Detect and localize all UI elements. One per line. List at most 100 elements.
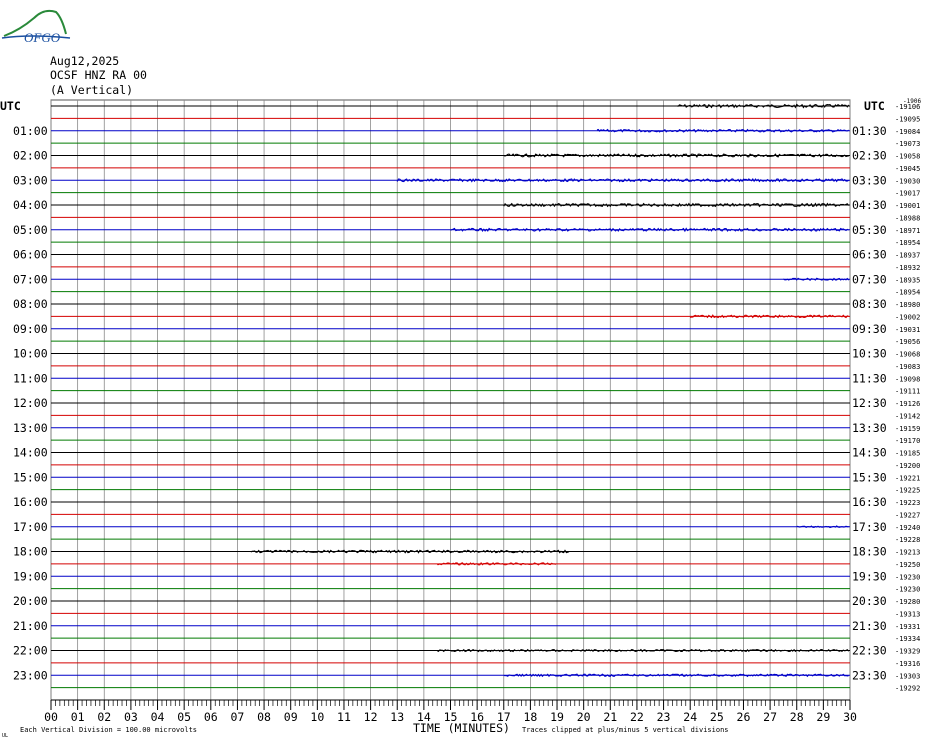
left-time-label: 07:00 xyxy=(13,272,48,286)
trace-offset-label: -19095 xyxy=(895,115,920,123)
left-time-label: 13:00 xyxy=(13,421,48,435)
left-time-label: 17:00 xyxy=(13,520,48,534)
x-axis-title: TIME (MINUTES) xyxy=(413,721,510,735)
trace-offset-label: -19142 xyxy=(895,412,920,420)
right-time-labels: 01:30 02:30 03:30 04:30 05:30 06:30 07:30 08:30… xyxy=(852,124,887,683)
trace-offset-label: -18954 xyxy=(895,289,920,297)
x-tick-label: 28 xyxy=(790,710,804,724)
trace-offset-label: -18937 xyxy=(895,252,920,260)
x-tick-label: 25 xyxy=(710,710,724,724)
trace-offset-label: -19001 xyxy=(895,202,920,210)
x-tick-label: 29 xyxy=(816,710,830,724)
trace-offset-label: -19240 xyxy=(895,524,920,532)
right-time-label: 22:30 xyxy=(852,644,887,658)
left-time-label: 21:00 xyxy=(13,619,48,633)
right-time-label: 09:30 xyxy=(852,322,887,336)
right-time-label: 03:30 xyxy=(852,173,887,187)
trace-offset-label: -19303 xyxy=(895,672,920,680)
left-time-label: 11:00 xyxy=(13,371,48,385)
x-tick-label: 22 xyxy=(630,710,644,724)
trace-noise xyxy=(796,525,849,529)
x-tick-label: 13 xyxy=(390,710,404,724)
x-tick-label: 27 xyxy=(763,710,777,724)
trace-noise xyxy=(676,103,850,109)
x-tick-label: 19 xyxy=(550,710,564,724)
trace-offset-label: -19159 xyxy=(895,425,920,433)
x-tick-label: 03 xyxy=(124,710,138,724)
x-tick-label: 26 xyxy=(737,710,751,724)
trace-offset-label: -18954 xyxy=(895,239,920,247)
x-tick-label: 00 xyxy=(44,710,58,724)
right-time-label: 21:30 xyxy=(852,619,887,633)
right-time-label: 10:30 xyxy=(852,347,887,361)
trace-offset-label: -19031 xyxy=(895,326,920,334)
x-tick-label: 04 xyxy=(151,710,165,724)
right-time-label: 15:30 xyxy=(852,470,887,484)
left-time-label: 14:00 xyxy=(13,446,48,460)
trace-offset-label: -19331 xyxy=(895,623,920,631)
right-time-label: 14:30 xyxy=(852,446,887,460)
right-time-label: 17:30 xyxy=(852,520,887,534)
x-tick-label: 10 xyxy=(310,710,324,724)
right-time-label: 02:30 xyxy=(852,149,887,163)
left-time-label: 01:00 xyxy=(13,124,48,138)
x-tick-label: 05 xyxy=(177,710,191,724)
x-tick-label: 11 xyxy=(337,710,351,724)
left-axis-title: UTC xyxy=(0,99,21,113)
trace-offset-labels: -19106-19095-19084-19073-19058-19045-190… xyxy=(895,103,920,693)
right-time-label: 01:30 xyxy=(852,124,887,138)
right-time-label: 08:30 xyxy=(852,297,887,311)
right-time-label: 16:30 xyxy=(852,495,887,509)
trace-offset-label: -19227 xyxy=(895,511,920,519)
trace-offset-label: -18932 xyxy=(895,264,920,272)
trace-offset-label: -19316 xyxy=(895,660,920,668)
scale-note: Each Vertical Division = 100.00 microvol… xyxy=(20,726,197,734)
trace-offset-label: -19098 xyxy=(895,375,920,383)
right-time-label: 23:30 xyxy=(852,668,887,682)
right-time-label: 12:30 xyxy=(852,396,887,410)
x-tick-label: 24 xyxy=(683,710,697,724)
left-time-label: 08:00 xyxy=(13,297,48,311)
trace-noise xyxy=(250,549,570,554)
right-time-label: 19:30 xyxy=(852,569,887,583)
left-time-label: 15:00 xyxy=(13,470,48,484)
right-time-label: 11:30 xyxy=(852,371,887,385)
left-time-label: 23:00 xyxy=(13,668,48,682)
left-time-label: 05:00 xyxy=(13,223,48,237)
trace-offset-label: -19170 xyxy=(895,437,920,445)
x-tick-label: 06 xyxy=(204,710,218,724)
trace-offset-label: -18980 xyxy=(895,301,920,309)
x-tick-label: 09 xyxy=(284,710,298,724)
right-top-small: -1906 xyxy=(903,98,921,105)
right-axis-title: UTC xyxy=(864,99,885,113)
right-time-label: 13:30 xyxy=(852,421,887,435)
trace-offset-label: -19002 xyxy=(895,313,920,321)
left-time-label: 12:00 xyxy=(13,396,48,410)
trace-offset-label: -19228 xyxy=(895,536,920,544)
x-tick-label: 07 xyxy=(231,710,245,724)
x-tick-label: 30 xyxy=(843,710,857,724)
trace-offset-label: -19230 xyxy=(895,573,920,581)
x-tick-label: 21 xyxy=(603,710,617,724)
right-time-label: 05:30 xyxy=(852,223,887,237)
trace-noise xyxy=(436,648,850,653)
trace-offset-label: -19058 xyxy=(895,153,920,161)
left-time-label: 06:00 xyxy=(13,248,48,262)
trace-offset-label: -19030 xyxy=(895,177,920,185)
trace-offset-label: -19185 xyxy=(895,450,920,458)
left-time-label: 02:00 xyxy=(13,149,48,163)
right-time-label: 18:30 xyxy=(852,545,887,559)
right-time-label: 04:30 xyxy=(852,198,887,212)
trace-offset-label: -18971 xyxy=(895,227,920,235)
trace-offset-label: -18988 xyxy=(895,214,920,222)
trace-offset-label: -19084 xyxy=(895,128,920,136)
trace-offset-label: -19056 xyxy=(895,338,920,346)
left-time-label: 19:00 xyxy=(13,569,48,583)
corner-mark: UL xyxy=(2,733,8,739)
x-tick-label: 02 xyxy=(97,710,111,724)
right-time-label: 06:30 xyxy=(852,248,887,262)
trace-offset-label: -19213 xyxy=(895,549,920,557)
x-tick-label: 01 xyxy=(71,710,85,724)
clip-note: Traces clipped at plus/minus 5 vertical … xyxy=(522,726,729,734)
trace-offset-label: -19073 xyxy=(895,140,920,148)
